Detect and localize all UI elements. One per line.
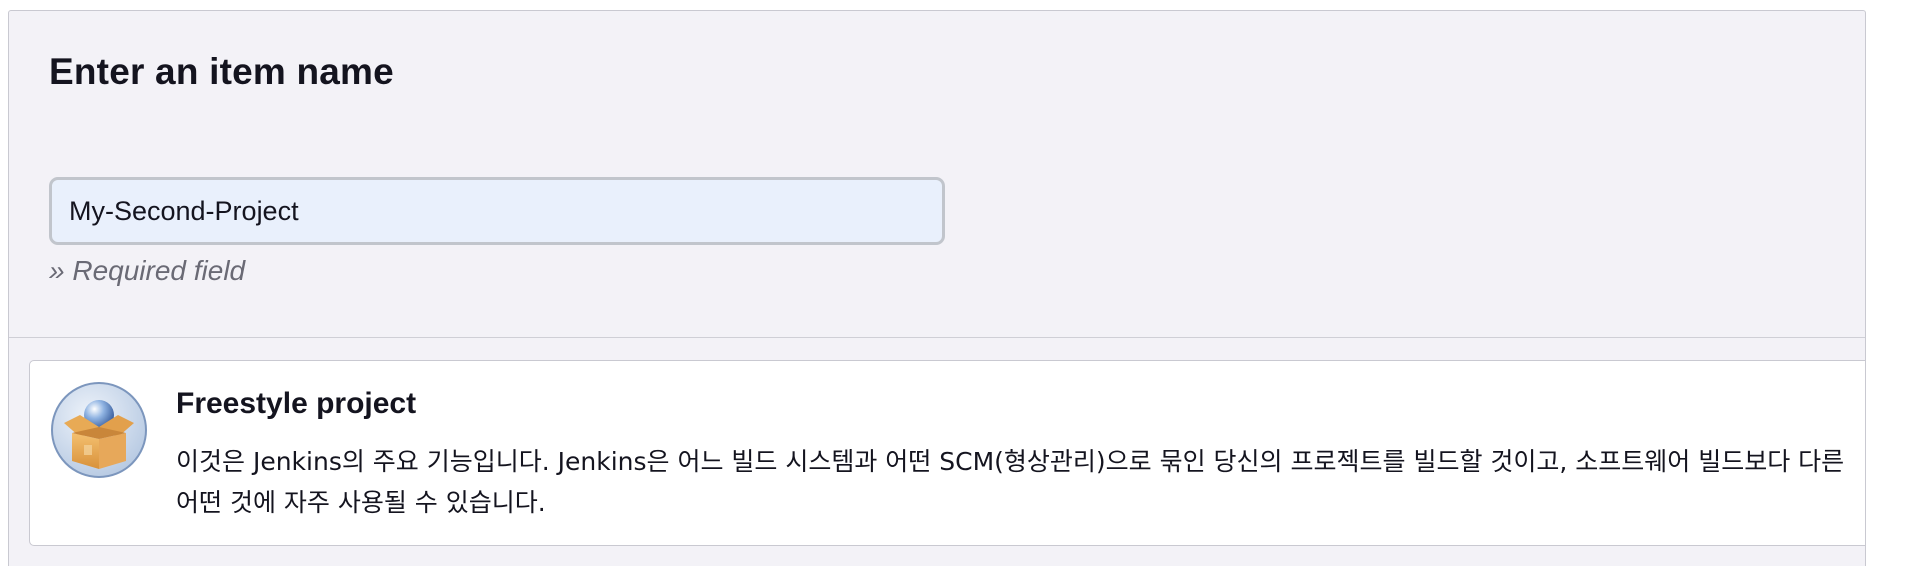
item-name-input[interactable] <box>49 177 945 245</box>
freestyle-project-box-icon <box>50 381 148 479</box>
item-name-section: Enter an item name » Required field <box>9 11 1865 338</box>
new-item-panel: Enter an item name » Required field <box>8 10 1866 566</box>
item-type-description: 이것은 Jenkins의 주요 기능입니다. Jenkins은 어느 빌드 시스… <box>176 447 1845 517</box>
page-title: Enter an item name <box>49 51 394 92</box>
item-type-freestyle-project[interactable]: Freestyle project 이것은 Jenkins의 주요 기능입니다.… <box>29 360 1865 546</box>
item-type-label: Freestyle project <box>176 387 417 420</box>
required-field-note: » Required field <box>49 255 246 286</box>
